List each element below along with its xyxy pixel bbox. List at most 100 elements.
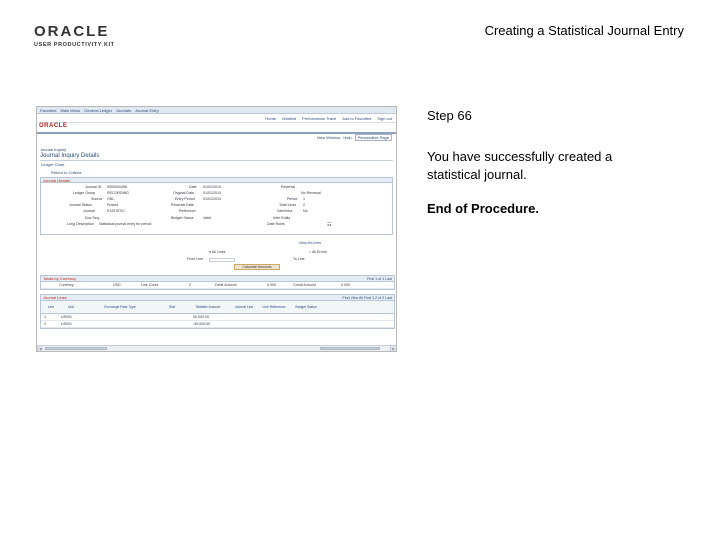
menu-bar: Home Worklist Performance Trace Add to F… [37, 114, 396, 123]
table-row: 1 US001 50,000.00 [41, 314, 394, 321]
field-label: Reference [179, 209, 196, 213]
menu-worklist: Worklist [282, 115, 297, 121]
line-amount: 50,000.00 [193, 315, 209, 319]
nav-main-menu: Main Menu [60, 107, 81, 113]
field-value: 0000000456 [107, 185, 127, 189]
mini-brand-row: ORACLE [37, 123, 396, 132]
all-lines-radio: ● All Lines [209, 250, 226, 254]
field-value: No Reversal [301, 191, 321, 195]
field-value: 2 [303, 203, 305, 207]
menu-home: Home [265, 115, 277, 121]
field-label: Entry Period [175, 197, 195, 201]
scroll-thumb [45, 347, 107, 350]
line-count-value: 2 [189, 283, 191, 287]
field-label: Period [287, 197, 298, 201]
lines-grid-nav: Find View All First 1-2 of 2 Last [342, 295, 392, 300]
help-bar: New Window Help Personalize Page [37, 132, 396, 141]
logo-product: USER PRODUCTIVITY KIT [34, 42, 115, 48]
field-label: Date [189, 185, 197, 189]
to-line-label: To Line [293, 257, 305, 261]
field-value: Statistical journal entry for period [99, 222, 152, 226]
field-value: ONL [107, 197, 115, 201]
field-label: Journal ID [85, 185, 102, 189]
field-label: Ledger Group [73, 191, 96, 195]
totals-row: Currency USD Line Count 2 Debit Amount 0… [41, 282, 394, 289]
from-line-label: From Line [187, 257, 204, 261]
logo-brand: ORACLE [34, 23, 110, 40]
field-label: Source [91, 197, 103, 201]
return-to-criteria-link: Return to Criteria [51, 170, 82, 175]
line-amount: -50,000.00 [193, 322, 211, 326]
nav-general-ledger: General Ledger [84, 107, 113, 113]
totals-grid-nav: First 1 of 1 Last [367, 276, 392, 281]
menu-add-to-favorites: Add to Favorites [342, 115, 372, 121]
end-of-procedure: End of Procedure. [427, 201, 539, 216]
field-value: 01/01/2010 [203, 191, 221, 195]
field-label: Journal [83, 209, 95, 213]
credit-label: Credit Amount [293, 283, 316, 287]
column-header: Line Reference [262, 305, 286, 309]
journal-lines-grid: Journal Lines Find View All First 1-2 of… [40, 294, 395, 329]
lines-grid-title: Journal Lines [43, 295, 67, 300]
field-label: Long Description [67, 222, 94, 226]
ledger-chart-link: Ledger Chart [41, 162, 65, 167]
field-value: STATISTIC [107, 209, 125, 213]
horizontal-scrollbar: ◂ ▸ [37, 345, 396, 351]
debit-value: 0.000 [267, 283, 276, 287]
column-header: Line [47, 305, 55, 309]
totals-by-currency-grid: Totals by Currency First 1 of 1 Last Cur… [40, 275, 395, 290]
credit-value: 0.000 [341, 283, 350, 287]
column-header: Budget Status [295, 305, 317, 309]
personalize-page-link: Personalize Page [354, 134, 392, 141]
field-label: Reversal [281, 185, 296, 189]
field-label: Original Date [173, 191, 194, 195]
menu-sign-out: Sign out [377, 115, 392, 121]
field-label: Inter Entity [273, 216, 291, 220]
currency-label: Currency [59, 283, 74, 287]
currency-value: USD [113, 283, 121, 287]
all-errors-radio: ○ All Errors [309, 250, 327, 254]
field-value: 01/01/2010 [203, 185, 221, 189]
new-window-link: New Window [317, 135, 341, 140]
debit-label: Debit Amount [215, 283, 237, 287]
line-unit: US001 [61, 315, 72, 319]
field-value: Posted [107, 203, 119, 207]
field-label: Total Lines [279, 203, 297, 207]
field-value: 1 [303, 197, 305, 201]
field-label: Inter/Intra [277, 209, 293, 213]
lookup-icon: ☷ [327, 222, 332, 228]
calculate-amounts-button: Calculate Amounts [234, 264, 280, 270]
line-number: 2 [44, 322, 46, 326]
field-value: No [303, 209, 308, 213]
journal-header-group: Journal Header Journal ID 0000000456 Led… [40, 177, 393, 235]
nav-journal-entry: Journal Entry [135, 107, 159, 113]
scroll-left-icon: ◂ [37, 346, 43, 351]
nav-journals: Journals [116, 107, 132, 113]
field-value: Valid [203, 216, 211, 220]
view-all-lines-link: View All Lines [299, 241, 322, 245]
column-header: Stat [168, 305, 176, 309]
scroll-thumb-secondary [320, 347, 380, 350]
all-errors-label: All Errors [311, 250, 327, 254]
from-line-input [209, 258, 235, 262]
lines-column-headers: Line Unit Exchange Rate Type Stat Statis… [41, 301, 394, 314]
oracle-upk-logo: ORACLE USER PRODUCTIVITY KIT [34, 24, 126, 48]
field-label: Doc Seq [85, 216, 99, 220]
step-number: Step 66 [427, 108, 472, 123]
slide-title: Creating a Statistical Journal Entry [484, 23, 684, 38]
table-row: 2 US001 -50,000.00 [41, 321, 394, 328]
field-label: Budget Status [171, 216, 194, 220]
column-header: Unit [67, 305, 75, 309]
divider [40, 160, 393, 161]
mini-oracle-logo: ORACLE [39, 123, 68, 129]
nav-favorites: Favorites [40, 107, 57, 113]
field-label: Reversal Date [171, 203, 194, 207]
field-label: Journal Status [69, 203, 92, 207]
field-label: Date Rules [267, 222, 285, 226]
column-header: Exchange Rate Type [104, 305, 136, 309]
application-screenshot: Favorites Main Menu General Ledger Journ… [36, 106, 397, 352]
field-value: RECORDING [107, 191, 129, 195]
breadcrumb: Journal Inquiry [40, 147, 67, 152]
line-number: 1 [44, 315, 46, 319]
help-link: Help [343, 135, 352, 140]
